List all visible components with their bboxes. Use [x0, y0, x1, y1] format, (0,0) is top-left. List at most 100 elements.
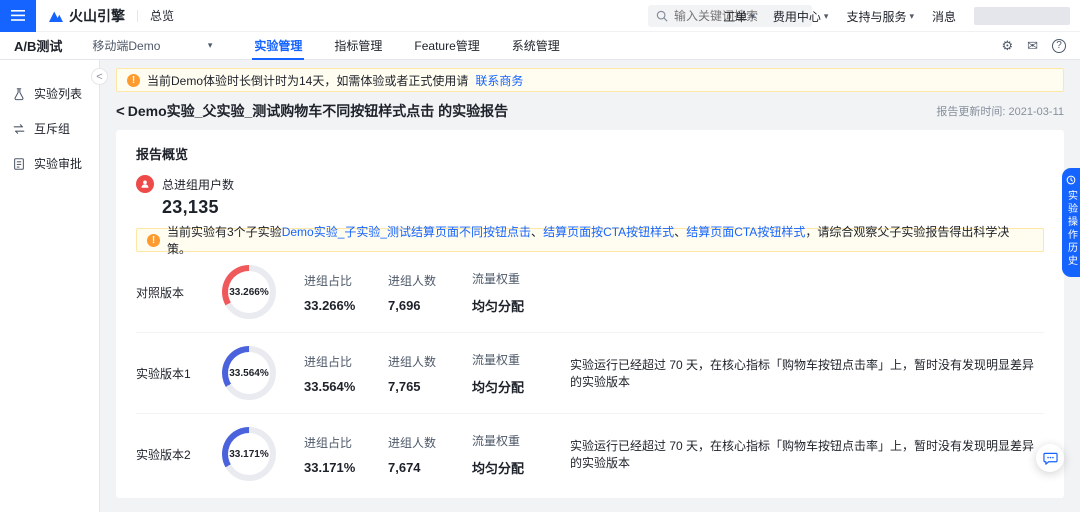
users-label: 进组人数	[388, 354, 437, 369]
clock-history-icon	[1066, 175, 1076, 185]
overview-nav-link[interactable]: 总览	[150, 7, 174, 24]
menu-tickets-label: 工单	[723, 9, 748, 24]
user-account-redacted[interactable]	[974, 7, 1070, 25]
trial-notice-text: 当前Demo体验时长倒计时为14天，如需体验或者正式使用请	[147, 73, 469, 88]
weight-value: 均匀分配	[472, 379, 525, 395]
mail-icon[interactable]: ✉	[1027, 38, 1038, 54]
enrollment-ratio-col: 进组占比 33.171%	[304, 434, 384, 475]
nav-tabs: 实验管理 指标管理 Feature管理 系统管理	[238, 32, 576, 60]
report-update-time: 报告更新时间: 2021-03-11	[936, 106, 1064, 118]
volcengine-logo-icon	[49, 11, 63, 22]
sidebar-collapse-button[interactable]: <	[91, 68, 108, 85]
enrollment-ratio-col: 进组占比 33.564%	[304, 353, 384, 394]
contact-sales-link[interactable]: 联系商务	[475, 72, 523, 89]
topbar-right-menu: 工单 ▾ 费用中心 ▾ 支持与服务 ▾ 消息	[723, 0, 1070, 32]
trial-notice-banner: ! 当前Demo体验时长倒计时为14天，如需体验或者正式使用请 联系商务	[116, 68, 1064, 92]
logo-text: 火山引擎	[69, 7, 125, 24]
warning-icon: !	[147, 233, 160, 247]
version-description: 实验运行已经超过 70 天，在核心指标「购物车按钮点击率」上，暂时没有发现明显差…	[570, 358, 1035, 389]
hamburger-menu-button[interactable]	[0, 0, 36, 32]
version-label: 实验版本1	[136, 366, 191, 381]
sub-experiments-notice: ! 当前实验有3个子实验Demo实验_子实验_测试结算页面不同按钮点击、结算页面…	[136, 225, 1044, 256]
sidebar-item-mutex-group[interactable]: 互斥组	[0, 111, 99, 146]
page-header: < Demo实验_父实验_测试购物车不同按钮样式点击 的实验报告 报告更新时间:…	[116, 101, 1064, 121]
enrollment-users-col: 进组人数 7,765	[388, 353, 468, 394]
sub-experiment-link-1[interactable]: Demo实验_子实验_测试结算页面不同按钮点击	[282, 225, 531, 239]
tab-experiment-management[interactable]: 实验管理	[238, 32, 318, 60]
menu-billing-label: 费用中心	[772, 9, 821, 24]
help-icon[interactable]: ?	[1052, 38, 1066, 53]
enrollment-donut-chart: 33.266%	[222, 265, 276, 319]
ratio-label: 进组占比	[304, 435, 353, 450]
app-selector-dropdown[interactable]: 移动端Demo ▾	[92, 37, 212, 54]
weight-value: 均匀分配	[472, 460, 525, 476]
search-icon	[656, 10, 668, 22]
subnav-icons: ⚙ ✉ ?	[1001, 38, 1066, 54]
tab-system-management[interactable]: 系统管理	[496, 32, 576, 59]
traffic-weight-col: 流量权重 均匀分配	[472, 432, 552, 477]
tab-metric-management[interactable]: 指标管理	[318, 32, 398, 59]
sidebar-item-experiment-approval[interactable]: 实验审批	[0, 146, 99, 181]
donut-percentage: 33.266%	[228, 271, 270, 313]
weight-label: 流量权重	[472, 271, 521, 286]
users-value: 7,696	[388, 297, 421, 313]
enrollment-donut-chart: 33.171%	[222, 427, 276, 481]
enrollment-users-col: 进组人数 7,696	[388, 272, 468, 313]
sidebar-item-label: 实验审批	[34, 157, 83, 171]
ratio-value: 33.266%	[304, 297, 356, 313]
approval-doc-icon	[14, 157, 24, 170]
menu-billing[interactable]: 费用中心 ▾	[773, 8, 829, 25]
page-title: Demo实验_父实验_测试购物车不同按钮样式点击 的实验报告	[127, 103, 509, 119]
version-description: 实验运行已经超过 70 天，在核心指标「购物车按钮点击率」上，暂时没有发现明显差…	[570, 439, 1035, 470]
version-row-variant-1: 实验版本1 33.564% 进组占比 33.564% 进组人数 7,765 流量…	[136, 333, 1044, 414]
donut-percentage: 33.171%	[228, 433, 270, 475]
sub-experiment-link-2[interactable]: 结算页面按CTA按钮样式	[543, 225, 674, 239]
version-row-variant-2: 实验版本2 33.171% 进组占比 33.171% 进组人数 7,674 流量…	[136, 414, 1044, 494]
product-name: A/B测试	[14, 39, 63, 54]
ratio-value: 33.564%	[304, 378, 356, 394]
flask-icon	[14, 87, 24, 100]
traffic-weight-col: 流量权重 均匀分配	[472, 270, 552, 315]
menu-support[interactable]: 支持与服务 ▾	[846, 8, 914, 25]
back-icon[interactable]: <	[116, 103, 125, 120]
top-bar: 火山引擎 总览 工单 ▾ 费用中心 ▾ 支持与服务 ▾ 消息	[0, 0, 1080, 32]
main-content: ! 当前Demo体验时长倒计时为14天，如需体验或者正式使用请 联系商务 < D…	[100, 60, 1080, 512]
total-users-label: 总进组用户数	[162, 177, 235, 192]
sidebar-item-label: 互斥组	[34, 122, 71, 136]
swap-arrows-icon	[13, 123, 25, 134]
total-users-value: 23,135	[162, 197, 219, 217]
menu-support-label: 支持与服务	[846, 9, 907, 24]
tab-feature-management[interactable]: Feature管理	[398, 32, 495, 59]
feedback-chat-button[interactable]	[1036, 444, 1064, 472]
version-label: 对照版本	[136, 285, 185, 300]
menu-tickets[interactable]: 工单 ▾	[723, 8, 755, 25]
ratio-label: 进组占比	[304, 354, 353, 369]
menu-messages-label: 消息	[931, 9, 956, 24]
users-label: 进组人数	[388, 273, 437, 288]
total-users-stat: 总进组用户数	[136, 175, 1044, 193]
product-nav-bar: A/B测试 移动端Demo ▾ 实验管理 指标管理 Feature管理 系统管理…	[0, 32, 1080, 60]
report-overview-card: 报告概览 总进组用户数 23,135 ! 当前实验有3个子实验Demo实验_子实…	[116, 130, 1064, 498]
users-value: 7,765	[388, 378, 421, 394]
enrollment-ratio-col: 进组占比 33.266%	[304, 272, 384, 313]
chevron-down-icon: ▾	[207, 40, 213, 50]
warning-icon: !	[127, 73, 140, 87]
card-title: 报告概览	[136, 147, 189, 162]
weight-label: 流量权重	[472, 352, 521, 367]
experiment-history-tab[interactable]: 实验操作历史	[1062, 168, 1080, 277]
sidebar-item-experiment-list[interactable]: 实验列表	[0, 76, 99, 111]
sidebar: < 实验列表 互斥组 实验审批	[0, 60, 108, 512]
menu-messages[interactable]: 消息	[932, 8, 956, 25]
history-tab-label: 实验操作历史	[1065, 190, 1077, 268]
version-label: 实验版本2	[136, 447, 191, 462]
weight-value: 均匀分配	[472, 298, 525, 314]
sub-experiment-link-3[interactable]: 结算页面CTA按钮样式	[686, 225, 805, 239]
chat-bubble-icon	[1042, 452, 1058, 465]
enrollment-donut-chart: 33.564%	[222, 346, 276, 400]
user-icon	[136, 175, 154, 193]
sub-notice-text: 当前实验有3个子实验Demo实验_子实验_测试结算页面不同按钮点击、结算页面按C…	[167, 223, 1033, 257]
gear-icon[interactable]: ⚙	[1001, 38, 1013, 54]
volcengine-logo[interactable]: 火山引擎	[48, 6, 125, 26]
ratio-label: 进组占比	[304, 273, 353, 288]
hamburger-icon	[11, 10, 25, 21]
